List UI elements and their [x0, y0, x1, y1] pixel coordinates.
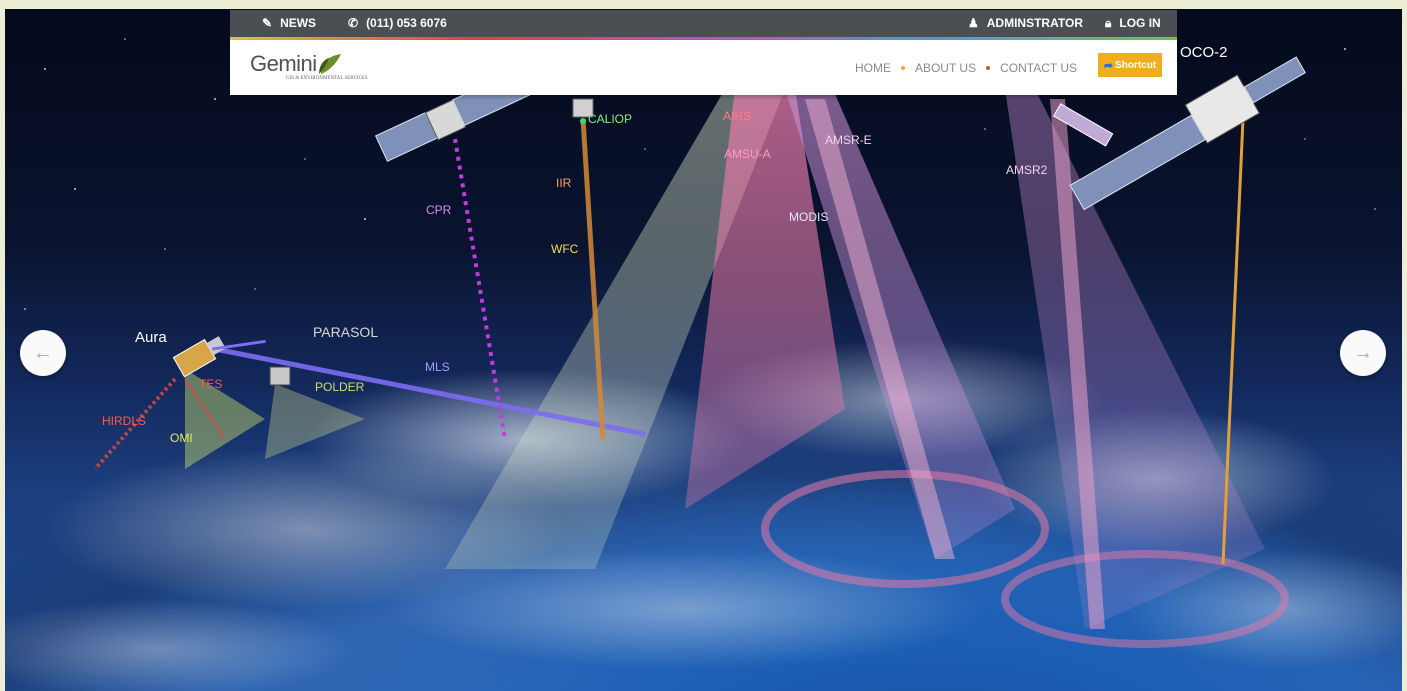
- admin-link[interactable]: ♟ ADMINSTRATOR: [968, 10, 1083, 37]
- satellite-aura: [172, 336, 266, 378]
- lock-icon: 🔒︎: [1105, 16, 1112, 30]
- main-navbar: Gemini GIS & ENVIRONMENTAL SERVICES HOME…: [230, 40, 1177, 95]
- arrow-left-icon: ←: [33, 341, 53, 364]
- user-icon: ♟: [968, 16, 979, 30]
- label-omi: OMI: [170, 431, 193, 445]
- label-mls: MLS: [425, 360, 450, 374]
- label-hirdls: HIRDLS: [102, 414, 147, 428]
- login-link[interactable]: 🔒︎ LOG IN: [1105, 10, 1161, 37]
- site-logo[interactable]: Gemini GIS & ENVIRONMENTAL SERVICES: [250, 51, 368, 82]
- phone-link[interactable]: ✆ (011) 053 6076: [348, 10, 447, 37]
- phone-icon: ✆: [348, 16, 359, 30]
- nav-home[interactable]: HOME: [845, 61, 901, 75]
- phone-label: (011) 053 6076: [366, 16, 447, 30]
- label-aura: Aura: [135, 329, 167, 346]
- pencil-icon: ✎: [262, 16, 273, 30]
- label-caliop: CALIOP: [588, 112, 633, 126]
- label-modis: MODIS: [789, 210, 829, 224]
- satellite-parasol: [269, 366, 291, 386]
- label-oco2: OCO-2: [1180, 44, 1228, 61]
- slider-next-button[interactable]: →: [1340, 330, 1386, 376]
- login-label: LOG IN: [1119, 16, 1161, 30]
- beam-footprint-1: [761, 470, 1049, 588]
- news-link[interactable]: ✎ NEWS: [262, 10, 316, 37]
- hero-slider: Aura PARASOL POLDER TES HIRDLS OMI MLS C…: [5, 9, 1402, 691]
- nav-about-us[interactable]: ABOUT US: [905, 61, 986, 75]
- label-amsre: AMSR-E: [825, 133, 872, 147]
- nav-contact-us[interactable]: CONTACT US: [990, 61, 1087, 75]
- label-tes: TES: [199, 377, 223, 391]
- label-cpr: CPR: [426, 203, 452, 217]
- top-bar: ✎ NEWS ✆ (011) 053 6076 ♟ ADMINSTRATOR 🔒…: [230, 10, 1177, 40]
- logo-subtext: GIS & ENVIRONMENTAL SERVICES: [286, 76, 368, 81]
- label-iir: IIR: [556, 176, 572, 190]
- label-wfc: WFC: [551, 242, 579, 256]
- shortcut-button[interactable]: ➦ Shortcut: [1098, 53, 1162, 77]
- nav-links: HOME ABOUT US CONTACT US: [845, 40, 1087, 95]
- satellite-scene: [5, 52, 1402, 691]
- leaf-icon: [318, 54, 341, 74]
- arrow-right-icon: →: [1353, 341, 1373, 364]
- label-amsr2: AMSR2: [1006, 163, 1048, 177]
- shortcut-label: Shortcut: [1115, 59, 1157, 71]
- slider-prev-button[interactable]: ←: [20, 330, 66, 376]
- share-arrow-icon: ➦: [1103, 59, 1114, 72]
- label-parasol: PARASOL: [313, 324, 379, 340]
- label-airs: AIRS: [723, 109, 752, 123]
- label-amsua: AMSU-A: [724, 147, 771, 161]
- admin-label: ADMINSTRATOR: [986, 16, 1083, 30]
- news-label: NEWS: [280, 16, 317, 30]
- logo-text: Gemini: [250, 51, 317, 76]
- label-polder: POLDER: [315, 380, 365, 394]
